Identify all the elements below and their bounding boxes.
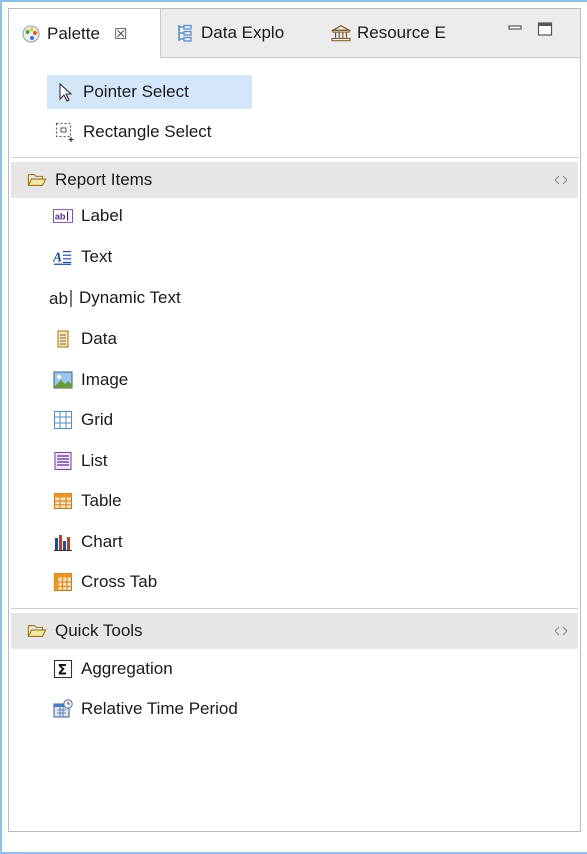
calendar-clock-icon bbox=[53, 699, 73, 718]
palette-item-list[interactable]: List bbox=[53, 444, 107, 478]
folder-open-icon bbox=[27, 174, 47, 186]
item-label: Text bbox=[81, 247, 113, 266]
palette-item-chart[interactable]: Chart bbox=[53, 525, 123, 559]
svg-text:A: A bbox=[53, 250, 62, 265]
data-explorer-icon bbox=[178, 24, 192, 42]
item-label: Label bbox=[81, 206, 123, 225]
item-label: Table bbox=[81, 491, 122, 510]
svg-text:ab: ab bbox=[55, 212, 66, 222]
palette-item-aggregation[interactable]: Σ Aggregation bbox=[53, 652, 173, 686]
tool-label: Rectangle Select bbox=[83, 122, 212, 141]
table-icon bbox=[53, 492, 73, 510]
label-icon: ab bbox=[53, 209, 73, 223]
drawer-title: Quick Tools bbox=[55, 621, 143, 640]
view-tab-bar: Palette ☒ Data Explo Resource E bbox=[9, 9, 580, 58]
folder-open-icon bbox=[27, 625, 47, 637]
palette-item-text[interactable]: A Text bbox=[53, 240, 112, 274]
sigma-icon: Σ bbox=[53, 659, 73, 679]
tab-resource-explorer[interactable]: Resource E bbox=[331, 9, 446, 57]
tool-label: Pointer Select bbox=[83, 82, 189, 101]
item-label: Cross Tab bbox=[81, 572, 158, 591]
rectangle-select-icon bbox=[55, 122, 74, 142]
quick-tools-drawer[interactable]: Quick Tools bbox=[11, 613, 578, 649]
dynamic-text-icon: ab bbox=[49, 289, 72, 308]
pin-icon[interactable] bbox=[554, 173, 568, 187]
data-icon bbox=[57, 330, 69, 348]
pointer-select-tool[interactable]: Pointer Select bbox=[47, 75, 252, 109]
item-label: Image bbox=[81, 370, 129, 389]
item-label: Dynamic Text bbox=[79, 288, 181, 307]
resource-explorer-icon bbox=[331, 25, 351, 42]
pointer-icon bbox=[59, 82, 73, 102]
list-icon bbox=[54, 451, 72, 471]
divider bbox=[11, 608, 578, 609]
item-label: Grid bbox=[81, 410, 114, 429]
minimize-icon[interactable] bbox=[507, 21, 523, 35]
item-label: Chart bbox=[81, 532, 123, 551]
tab-label: Resource E bbox=[357, 23, 446, 42]
drawer-title: Report Items bbox=[55, 170, 153, 189]
palette-item-table[interactable]: Table bbox=[53, 484, 122, 518]
cross-tab-icon bbox=[53, 572, 73, 592]
close-icon[interactable]: ☒ bbox=[114, 25, 127, 43]
chart-icon bbox=[54, 535, 72, 551]
maximize-icon[interactable] bbox=[537, 21, 553, 37]
pin-icon[interactable] bbox=[554, 624, 568, 638]
palette-item-relative-time-period[interactable]: Relative Time Period bbox=[53, 692, 238, 726]
item-label: Data bbox=[81, 329, 117, 348]
palette-item-image[interactable]: Image bbox=[53, 363, 128, 397]
palette-item-grid[interactable]: Grid bbox=[53, 403, 113, 437]
item-label: Aggregation bbox=[81, 659, 173, 678]
divider bbox=[11, 157, 578, 158]
palette-item-dynamic-text[interactable]: ab Dynamic Text bbox=[49, 281, 181, 315]
tab-label: Data Explo bbox=[201, 23, 285, 42]
report-items-drawer[interactable]: Report Items bbox=[11, 162, 578, 198]
palette-item-data[interactable]: Data bbox=[53, 322, 117, 356]
item-label: Relative Time Period bbox=[81, 699, 238, 718]
image-icon bbox=[53, 371, 73, 389]
item-label: List bbox=[81, 451, 108, 470]
tab-data-explorer[interactable]: Data Explo bbox=[175, 9, 284, 57]
palette-item-cross-tab[interactable]: Cross Tab bbox=[53, 565, 157, 599]
tab-label: Palette bbox=[47, 23, 100, 43]
palette-icon bbox=[22, 25, 40, 42]
grid-icon bbox=[53, 410, 73, 430]
svg-text:Σ: Σ bbox=[58, 663, 68, 679]
palette-view: Palette ☒ Data Explo Resource E Pointer … bbox=[8, 8, 581, 832]
svg-text:ab: ab bbox=[49, 289, 68, 308]
tab-palette[interactable]: Palette ☒ bbox=[9, 9, 161, 58]
rectangle-select-tool[interactable]: Rectangle Select bbox=[55, 115, 212, 149]
palette-item-label[interactable]: ab Label bbox=[53, 199, 123, 233]
text-icon: A bbox=[53, 250, 72, 265]
